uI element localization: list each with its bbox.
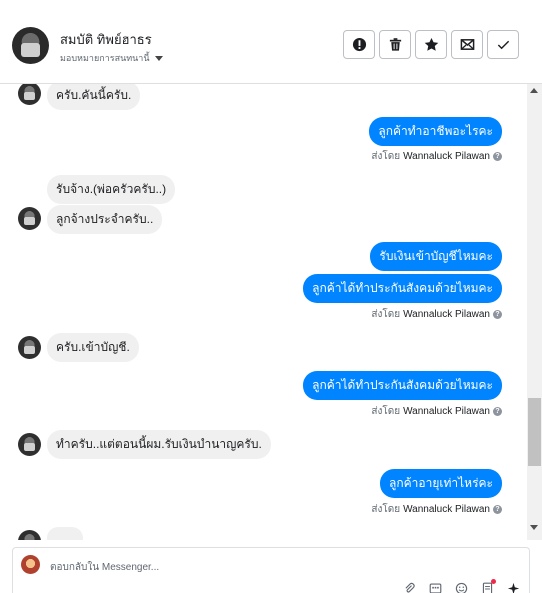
checkmark-icon xyxy=(497,40,509,50)
sent-by-prefix: ส่งโดย xyxy=(371,504,401,515)
agent-name: Wannaluck Pilawan xyxy=(403,309,490,320)
mark-unread-button[interactable] xyxy=(451,30,483,59)
exclamation-icon xyxy=(352,37,366,52)
more-options-button[interactable] xyxy=(505,581,521,593)
assign-label: มอบหมายการสนทนานี้ xyxy=(60,53,150,63)
incoming-message-partial xyxy=(47,527,83,540)
help-icon[interactable]: ? xyxy=(493,505,502,514)
sender-avatar xyxy=(18,433,41,456)
outgoing-message: ลูกค้าทำอาชีพอะไรคะ xyxy=(369,117,502,146)
assign-conversation-dropdown[interactable]: มอบหมายการสนทนานี้ xyxy=(60,51,163,65)
incoming-message: ครับ.เข้าบัญชี. xyxy=(47,333,139,362)
agent-name: Wannaluck Pilawan xyxy=(403,406,490,417)
sender-avatar xyxy=(18,207,41,230)
incoming-message: ทำครับ..แต่ตอนนี้ผม.รับเงินบำนาญครับ. xyxy=(47,430,271,459)
star-button[interactable] xyxy=(415,30,447,59)
composer-toolbar xyxy=(401,579,521,593)
sender-avatar xyxy=(18,84,41,105)
sender-avatar xyxy=(18,336,41,359)
sent-by-prefix: ส่งโดย xyxy=(371,406,401,417)
saved-replies-button[interactable] xyxy=(427,581,443,593)
message-thread[interactable]: ครับ.คันนี้ครับ. ลูกค้าทำอาชีพอะไรคะ ส่ง… xyxy=(0,84,527,540)
notes-button[interactable] xyxy=(479,579,496,593)
incoming-message: รับจ้าง.(พ่อครัวครับ..) xyxy=(47,175,176,204)
help-icon[interactable]: ? xyxy=(493,310,502,319)
conversation-actions xyxy=(343,30,519,59)
reply-composer[interactable]: ตอบกลับใน Messenger... xyxy=(12,547,530,593)
outgoing-message: รับเงินเข้าบัญชีไหมคะ xyxy=(370,242,502,271)
incoming-message: ครับ.คันนี้ครับ. xyxy=(47,84,141,110)
thread-scrollbar[interactable] xyxy=(527,84,542,540)
emoji-icon xyxy=(455,582,467,593)
paperclip-icon xyxy=(404,582,415,593)
outgoing-message: ลูกค้าอายุเท่าไหร่คะ xyxy=(380,469,502,498)
emoji-button[interactable] xyxy=(453,581,469,593)
attach-button[interactable] xyxy=(401,581,417,593)
sparkle-icon xyxy=(507,582,519,593)
contact-avatar[interactable] xyxy=(12,27,49,64)
sent-by-label: ส่งโดย Wannaluck Pilawan ? xyxy=(371,502,502,517)
mark-done-button[interactable] xyxy=(487,30,519,59)
mark-spam-button[interactable] xyxy=(343,30,375,59)
sender-avatar xyxy=(18,530,41,540)
delete-button[interactable] xyxy=(379,30,411,59)
page-avatar xyxy=(21,555,40,574)
sent-by-label: ส่งโดย Wannaluck Pilawan ? xyxy=(371,307,502,322)
scrollbar-thumb[interactable] xyxy=(528,398,541,466)
sent-by-prefix: ส่งโดย xyxy=(371,151,401,162)
star-icon xyxy=(424,37,438,51)
sent-by-label: ส่งโดย Wannaluck Pilawan ? xyxy=(371,404,502,419)
scroll-up-arrow-icon[interactable] xyxy=(530,88,538,93)
caret-down-icon xyxy=(154,55,163,61)
contact-name[interactable]: สมบัติ ทิพย์ฮาธร xyxy=(60,29,152,50)
incoming-message: ลูกจ้างประจำครับ.. xyxy=(47,205,163,234)
agent-name: Wannaluck Pilawan xyxy=(403,151,490,162)
mark-unread-icon xyxy=(460,39,474,50)
reply-input[interactable]: ตอบกลับใน Messenger... xyxy=(50,560,159,575)
sent-by-label: ส่งโดย Wannaluck Pilawan ? xyxy=(371,149,502,164)
trash-icon xyxy=(389,38,401,51)
outgoing-message: ลูกค้าได้ทำประกันสังคมด้วยไหมคะ xyxy=(303,274,502,303)
help-icon[interactable]: ? xyxy=(493,152,502,161)
scroll-down-arrow-icon[interactable] xyxy=(530,525,538,530)
conversation-header: สมบัติ ทิพย์ฮาธร มอบหมายการสนทนานี้ xyxy=(0,0,542,84)
saved-replies-icon xyxy=(429,582,441,593)
help-icon[interactable]: ? xyxy=(493,407,502,416)
agent-name: Wannaluck Pilawan xyxy=(403,504,490,515)
sent-by-prefix: ส่งโดย xyxy=(371,309,401,320)
notification-dot xyxy=(491,579,496,584)
outgoing-message: ลูกค้าได้ทำประกันสังคมด้วยไหมคะ xyxy=(303,371,502,400)
